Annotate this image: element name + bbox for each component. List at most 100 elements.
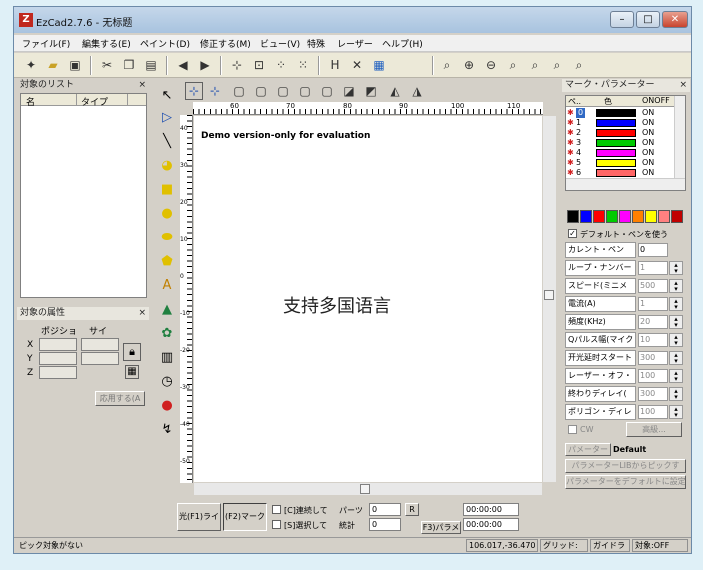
zoom-in-icon[interactable]: ⊕ — [460, 56, 478, 74]
maximize-button[interactable]: □ — [636, 11, 660, 28]
menu-help[interactable]: ヘルプ(H) — [382, 37, 423, 50]
curve-icon[interactable]: ◕ — [157, 155, 177, 176]
pos-x-input[interactable] — [39, 338, 77, 351]
pen-row[interactable]: ✱ 6 ON — [566, 168, 674, 178]
param-value-input[interactable]: 500 — [638, 279, 668, 293]
new-icon[interactable]: ✦ — [22, 56, 40, 74]
spin-arrows-icon[interactable]: ▴ ▾ — [669, 405, 683, 419]
menu-laser[interactable]: レーザー — [337, 37, 373, 50]
palette-swatch[interactable] — [593, 210, 605, 223]
pen-row[interactable]: ✱ 2 ON — [566, 128, 674, 138]
param-value-input[interactable]: 100 — [638, 369, 668, 383]
polygon-icon[interactable]: ⬟ — [157, 251, 177, 272]
default-pen-checkbox[interactable]: ✓ — [568, 229, 577, 238]
spin-arrows-icon[interactable]: ▴ ▾ — [669, 297, 683, 311]
spin-arrows-icon[interactable]: ▴ ▾ — [669, 351, 683, 365]
scroll-thumb[interactable] — [360, 484, 370, 494]
menu-modify[interactable]: 修正する(M) — [200, 37, 251, 50]
group-icon[interactable]: ⁘ — [272, 56, 290, 74]
lock-icon[interactable]: ▢ — [296, 82, 314, 100]
pick-from-lib-button[interactable]: パラメーターLIBからピックす — [565, 459, 686, 473]
minimize-button[interactable]: – — [610, 11, 634, 28]
count-input[interactable]: 0 — [369, 518, 401, 531]
zoom-all-icon[interactable]: ⌕ — [526, 56, 544, 74]
arrange-icon[interactable]: ◪ — [340, 82, 358, 100]
palette-swatch[interactable] — [671, 210, 683, 223]
tools-icon[interactable]: ✕ — [348, 56, 366, 74]
red-light-button[interactable]: 光(F1)ライ — [177, 503, 221, 531]
snap-grid-icon[interactable]: ▢ — [230, 82, 248, 100]
menu-edit[interactable]: 編集する(E) — [82, 37, 131, 50]
param-value-input[interactable]: 10 — [638, 333, 668, 347]
pen-list[interactable]: ペ.. 色 ONOFF ✱ 0 ON ✱ 1 ON ✱ 2 ON ✱ 3 ON ✱ 4 ON ✱ 5 ON ✱ 6 ON — [565, 95, 686, 191]
selected-checkbox[interactable] — [272, 520, 281, 529]
table-icon[interactable]: ▦ — [370, 56, 388, 74]
palette-swatch[interactable] — [645, 210, 657, 223]
lock-icon[interactable]: 🔒︎ — [123, 343, 141, 361]
zoom-select-icon[interactable]: ⌕ — [570, 56, 588, 74]
spin-arrows-icon[interactable]: ▴ ▾ — [669, 279, 683, 293]
pick-all-icon[interactable]: ⊹ — [206, 82, 224, 100]
pen-row[interactable]: ✱ 5 ON — [566, 158, 674, 168]
node-edit-icon[interactable]: ⊹ — [228, 56, 246, 74]
ungroup-icon[interactable]: ⁙ — [294, 56, 312, 74]
zoom-fit-icon[interactable]: ⌕ — [548, 56, 566, 74]
lock-icon[interactable]: ▢ — [252, 82, 270, 100]
menu-draw[interactable]: ペイント(D) — [140, 37, 190, 50]
col-onoff-header[interactable]: ONOFF — [642, 96, 670, 105]
palette-swatch[interactable] — [606, 210, 618, 223]
cut-icon[interactable]: ✂ — [98, 56, 116, 74]
menu-view[interactable]: ビュー(V) — [260, 37, 300, 50]
mirror-v-icon[interactable]: ◮ — [408, 82, 426, 100]
spin-arrows-icon[interactable]: ▴ ▾ — [669, 387, 683, 401]
zoom-out-icon[interactable]: ⊖ — [482, 56, 500, 74]
reset-button[interactable]: R — [405, 503, 419, 516]
guide-status[interactable]: ガイドラ — [590, 539, 630, 552]
pen-row[interactable]: ✱ 4 ON — [566, 148, 674, 158]
menu-file[interactable]: ファイル(F) — [22, 37, 70, 50]
param-value-input[interactable]: 0 — [638, 243, 668, 257]
palette-swatch[interactable] — [567, 210, 579, 223]
circle-icon[interactable]: ● — [157, 203, 177, 224]
param-value-input[interactable]: 300 — [638, 387, 668, 401]
close-button[interactable]: ✕ — [662, 11, 688, 28]
undo-icon[interactable]: ◀ — [174, 56, 192, 74]
spin-arrows-icon[interactable]: ▴ ▾ — [669, 315, 683, 329]
horizontal-scrollbar[interactable] — [194, 483, 542, 495]
scroll-thumb[interactable] — [544, 290, 554, 300]
object-list-table[interactable]: 名 タイプ — [20, 93, 147, 298]
close-icon[interactable]: × — [138, 79, 146, 92]
close-icon[interactable]: × — [138, 307, 146, 320]
mirror-h-icon[interactable]: ◭ — [386, 82, 404, 100]
align-icon[interactable]: ⊡ — [250, 56, 268, 74]
save-icon[interactable]: ▣ — [66, 56, 84, 74]
pen-list-scrollbar[interactable] — [674, 96, 685, 178]
cw-checkbox[interactable] — [568, 425, 577, 434]
pen-row[interactable]: ✱ 0 ON — [566, 108, 674, 118]
copy-icon[interactable]: ❐ — [120, 56, 138, 74]
palette-swatch[interactable] — [580, 210, 592, 223]
open-icon[interactable]: ▰ — [44, 56, 62, 74]
col-pen-header[interactable]: ペ.. — [568, 96, 581, 107]
paste-icon[interactable]: ▤ — [142, 56, 160, 74]
drawing-canvas[interactable]: Demo version-only for evaluation 支持多国语言 — [194, 116, 542, 482]
lock-icon[interactable]: ▢ — [318, 82, 336, 100]
input-port-icon[interactable]: ● — [157, 395, 177, 416]
lock-icon[interactable]: ▢ — [274, 82, 292, 100]
pos-y-input[interactable] — [39, 352, 77, 365]
hatch-icon[interactable]: H — [326, 56, 344, 74]
size-x-input[interactable] — [81, 338, 119, 351]
ellipse-icon[interactable]: ⬬ — [157, 227, 177, 248]
arrange-icon[interactable]: ◩ — [362, 82, 380, 100]
spin-arrows-icon[interactable]: ▴ ▾ — [669, 333, 683, 347]
spin-arrows-icon[interactable]: ▴ ▾ — [669, 261, 683, 275]
pen-list-hscrollbar[interactable] — [566, 178, 685, 190]
mark-button[interactable]: (F2)マーク — [223, 503, 267, 531]
palette-swatch[interactable] — [619, 210, 631, 223]
param-value-input[interactable]: 100 — [638, 405, 668, 419]
param-value-input[interactable]: 1 — [638, 297, 668, 311]
param-value-input[interactable]: 300 — [638, 351, 668, 365]
apply-button[interactable]: 応用する(A — [95, 391, 145, 406]
line-icon[interactable]: ╲ — [157, 131, 177, 152]
grid-anchor-icon[interactable]: ▦ — [125, 365, 139, 379]
